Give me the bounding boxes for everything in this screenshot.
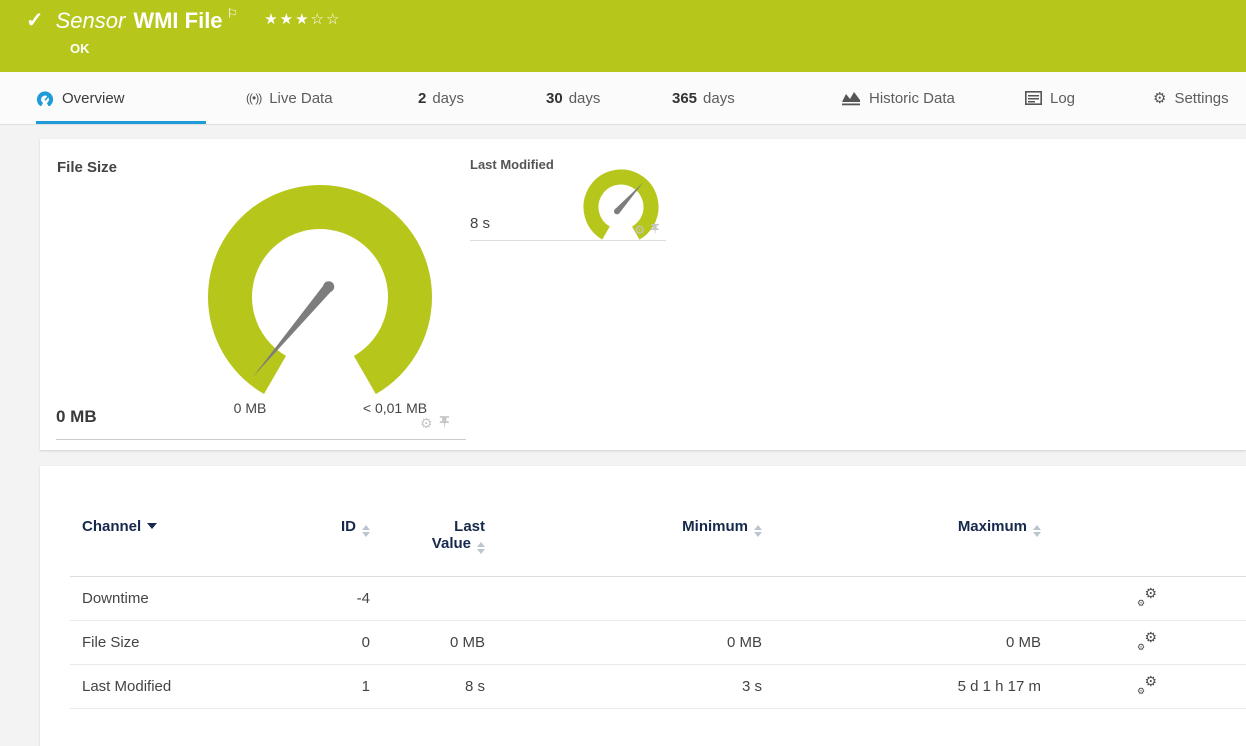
sort-icon	[477, 542, 485, 554]
tab-overview-label: Overview	[62, 89, 125, 107]
gauge-settings-icon[interactable]: ⚙	[634, 224, 645, 236]
pin-icon[interactable]	[439, 415, 450, 430]
channels-table: Channel ID Last Value Minimum Maximum Do…	[70, 518, 1246, 709]
column-header-channel[interactable]: Channel	[82, 518, 292, 535]
sensor-name: WMI File	[133, 8, 223, 33]
settings-gear-icon: ⚙	[1153, 89, 1167, 107]
gauge-actions: ⚙	[420, 415, 450, 430]
channel-name: Downtime	[82, 590, 149, 607]
table-row-last-modified[interactable]: Last Modified 1 8 s 3 s 5 d 1 h 17 m ⚙ ⚙	[70, 665, 1246, 709]
tab-log-label: Log	[1050, 89, 1076, 107]
sensor-title-row: ✓ Sensor WMI File ⚐ ★★★☆☆	[26, 6, 341, 34]
pin-icon[interactable]	[650, 223, 659, 236]
last-modified-current-value: 8 s	[470, 215, 491, 232]
tab-365-days-label: days	[703, 89, 735, 107]
table-header-row: Channel ID Last Value Minimum Maximum	[70, 518, 1246, 577]
tab-live-data[interactable]: ((•)) Live Data	[246, 72, 333, 124]
chevron-down-icon	[147, 523, 158, 529]
column-header-last-value[interactable]: Last Value	[370, 518, 485, 554]
channel-maximum: 0 MB	[1005, 634, 1041, 651]
channel-id: 0	[361, 634, 370, 651]
sort-icon	[1033, 525, 1041, 537]
tab-30-days[interactable]: 30 days	[546, 72, 600, 124]
table-row-downtime[interactable]: Downtime -4 ⚙ ⚙	[70, 577, 1246, 621]
channel-settings-icon[interactable]: ⚙ ⚙	[1137, 673, 1157, 696]
priority-stars[interactable]: ★★★☆☆	[264, 8, 341, 32]
gauge-actions: ⚙	[634, 223, 659, 236]
gauge-icon	[36, 90, 54, 106]
channel-settings-icon[interactable]: ⚙ ⚙	[1137, 629, 1157, 652]
channel-minimum: 3 s	[741, 678, 762, 695]
gauge-needle	[614, 182, 644, 214]
sort-icon	[362, 525, 370, 537]
column-header-id[interactable]: ID	[292, 518, 370, 537]
column-header-minimum[interactable]: Minimum	[485, 518, 762, 537]
sensor-status-badge: OK	[70, 41, 90, 56]
tab-30-days-label: days	[568, 89, 601, 107]
status-check-icon: ✓	[26, 9, 44, 32]
file-size-gauge	[208, 185, 432, 409]
broadcast-icon: ((•))	[246, 91, 262, 105]
tab-bar: Overview ((•)) Live Data 2 days 30 days …	[0, 72, 1246, 125]
divider	[56, 439, 466, 440]
sensor-kind-label: Sensor	[55, 8, 126, 33]
channel-name: Last Modified	[82, 678, 172, 695]
log-list-icon	[1025, 91, 1042, 105]
channels-card: Channel ID Last Value Minimum Maximum Do…	[40, 466, 1246, 746]
stars-empty: ☆☆	[310, 11, 342, 28]
channel-minimum: 0 MB	[726, 634, 762, 651]
divider	[470, 240, 666, 241]
last-modified-gauge	[583, 169, 659, 245]
file-size-current-value: 0 MB	[56, 407, 97, 426]
tab-settings[interactable]: ⚙ Settings	[1153, 72, 1229, 124]
tab-live-data-label: Live Data	[269, 89, 333, 107]
gauge-min-label: 0 MB	[233, 400, 267, 416]
sensor-header: ✓ Sensor WMI File ⚐ ★★★☆☆ OK	[0, 0, 1246, 72]
file-size-gauge-title: File Size	[57, 159, 118, 176]
channel-last-value: 8 s	[464, 678, 485, 695]
column-header-maximum[interactable]: Maximum	[762, 518, 1041, 537]
table-row-file-size[interactable]: File Size 0 0 MB 0 MB 0 MB ⚙ ⚙	[70, 621, 1246, 665]
last-modified-gauge-title: Last Modified	[470, 157, 554, 172]
gauge-needle	[252, 283, 333, 378]
tab-log[interactable]: Log	[1025, 72, 1075, 124]
channel-id: 1	[361, 678, 370, 695]
channel-last-value: 0 MB	[449, 634, 485, 651]
channel-name: File Size	[82, 634, 140, 651]
tab-30-days-number: 30	[546, 89, 563, 107]
tab-2-days[interactable]: 2 days	[418, 72, 464, 124]
tab-2-days-label: days	[432, 89, 465, 107]
tab-365-days[interactable]: 365 days	[672, 72, 735, 124]
area-chart-icon	[841, 91, 861, 106]
tab-2-days-number: 2	[418, 89, 427, 107]
tab-historic-data[interactable]: Historic Data	[841, 72, 955, 124]
tab-overview[interactable]: Overview	[36, 72, 206, 124]
channel-settings-icon[interactable]: ⚙ ⚙	[1137, 585, 1157, 608]
gauge-max-label: < 0,01 MB	[362, 400, 428, 416]
sort-icon	[754, 525, 762, 537]
flag-icon[interactable]: ⚐	[227, 6, 239, 22]
channel-id: -4	[356, 590, 370, 607]
gauges-card: File Size 0 MB < 0,01 MB ⚙ 0 MB Last Mod…	[40, 139, 1246, 450]
tab-365-days-number: 365	[672, 89, 698, 107]
channel-maximum: 5 d 1 h 17 m	[957, 678, 1041, 695]
gauge-settings-icon[interactable]: ⚙	[420, 416, 433, 430]
tab-settings-label: Settings	[1174, 89, 1229, 107]
stars-filled: ★★★	[264, 11, 311, 28]
tab-historic-data-label: Historic Data	[869, 89, 955, 107]
